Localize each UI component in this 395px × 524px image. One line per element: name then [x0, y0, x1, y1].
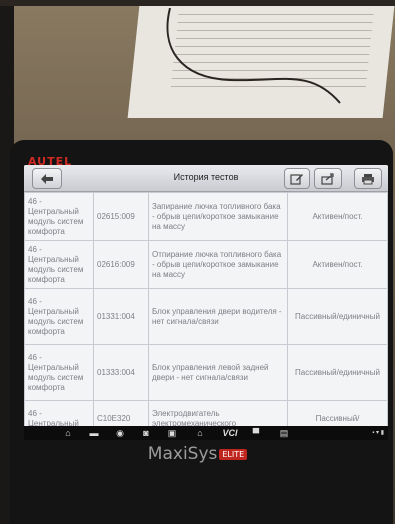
- display-icon[interactable]: ▤: [278, 428, 290, 438]
- car-icon[interactable]: ▀: [250, 428, 262, 438]
- model-badge: ELITE: [219, 448, 248, 460]
- module-cell: 46 - Центральный модуль систем комфорта: [24, 192, 94, 241]
- status-bar: ▪ ▾ ▮: [372, 430, 384, 436]
- vci-icon[interactable]: VCI: [220, 428, 240, 438]
- home-icon[interactable]: ⌂: [62, 428, 74, 438]
- table-row[interactable]: 46 - Центральный модуль систем комфорта …: [24, 288, 388, 345]
- share-icon: [321, 172, 334, 185]
- description-cell: Блок управления левой задней двери - нет…: [148, 344, 288, 401]
- cable: [166, 8, 341, 104]
- print-icon: [362, 173, 374, 184]
- status-cell: Пассивный/единичный: [287, 288, 388, 345]
- code-cell: 02615:009: [93, 192, 149, 241]
- status-cell: Активен/пост.: [287, 192, 388, 241]
- module-cell: 46 - Центральный модуль систем комфорта: [24, 240, 94, 289]
- status-cell: Активен/пост.: [287, 240, 388, 289]
- house-icon[interactable]: ⌂: [194, 428, 206, 438]
- edit-icon: [290, 173, 303, 185]
- edit-button[interactable]: [284, 168, 310, 189]
- screen-icon[interactable]: ▣: [166, 428, 178, 438]
- model-name: MaxiSys: [147, 444, 218, 464]
- title-bar: История тестов: [24, 165, 388, 192]
- description-cell: Отпирание лючка топливного бака - обрыв …: [148, 240, 288, 289]
- table-row[interactable]: 46 - Центральный модуль систем комфорта …: [24, 344, 388, 401]
- table-row[interactable]: 46 - Центральный модуль систем комфорта …: [24, 192, 388, 241]
- table-row[interactable]: 46 - Центральный модуль систем комфорта …: [24, 240, 388, 289]
- description-cell: Запирание лючка топливного бака - обрыв …: [148, 192, 288, 241]
- description-cell: Блок управления двери водителя - нет сиг…: [148, 288, 288, 345]
- test-history-table: 46 - Центральный модуль систем комфорта …: [24, 192, 388, 435]
- code-cell: 01331:004: [93, 288, 149, 345]
- status-cell: Пассивный/единичный: [287, 344, 388, 401]
- share-button[interactable]: [314, 168, 342, 189]
- module-cell: 46 - Центральный модуль систем комфорта: [24, 288, 94, 345]
- android-nav-bar: ⌂ ▬ ◉ ◙ ▣ ⌂ VCI ▀ ▤ ▪ ▾ ▮: [24, 426, 388, 440]
- code-cell: 02616:009: [93, 240, 149, 289]
- browser-icon[interactable]: ◉: [114, 428, 126, 438]
- device-model: MaxiSys ELITE: [0, 444, 395, 464]
- top-edge: [0, 0, 395, 6]
- tablet-screen: История тестов 46 - Центральный модуль с…: [24, 165, 388, 435]
- camera-icon[interactable]: ◙: [140, 428, 152, 438]
- print-button[interactable]: [354, 168, 382, 189]
- folder-icon[interactable]: ▬: [88, 428, 100, 438]
- code-cell: 01333:004: [93, 344, 149, 401]
- module-cell: 46 - Центральный модуль систем комфорта: [24, 344, 94, 401]
